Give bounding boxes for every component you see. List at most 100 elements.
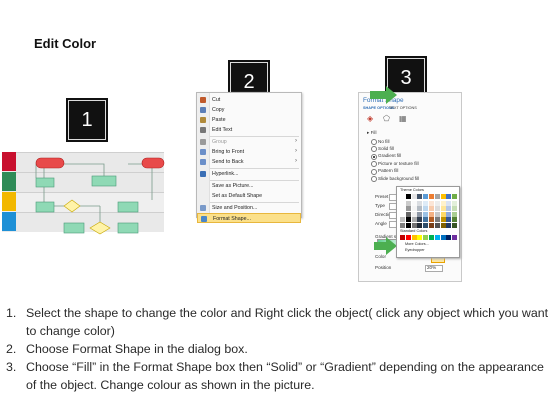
theme-color-swatch[interactable] [405, 217, 411, 223]
flow-process-2[interactable] [91, 175, 117, 187]
standard-color-swatch[interactable] [446, 235, 452, 240]
theme-color-swatch[interactable] [446, 200, 452, 206]
theme-color-swatch[interactable] [405, 211, 411, 217]
theme-color-swatch[interactable] [429, 223, 434, 228]
flow-process-5[interactable] [63, 222, 85, 234]
flow-process-1[interactable] [35, 177, 55, 188]
theme-color-swatch[interactable] [440, 223, 446, 228]
theme-color-swatch[interactable] [411, 206, 417, 212]
theme-color-swatch[interactable] [405, 223, 411, 228]
theme-color-swatch[interactable] [452, 223, 458, 228]
flowchart-diagram[interactable] [0, 140, 170, 250]
flow-process-4[interactable] [117, 201, 139, 213]
theme-color-swatch[interactable] [400, 223, 405, 228]
theme-color-swatch[interactable] [400, 217, 405, 223]
theme-color-swatch[interactable] [434, 200, 440, 206]
effects-icon[interactable]: ⬠ [383, 114, 390, 123]
standard-color-swatch[interactable] [405, 235, 411, 240]
theme-color-swatch[interactable] [411, 211, 417, 217]
standard-color-swatch[interactable] [417, 235, 423, 240]
menu-item-set-as-default-shape[interactable]: Set as Default Shape [197, 191, 301, 201]
theme-color-swatch[interactable] [429, 206, 434, 212]
flow-decision-2[interactable] [89, 221, 111, 235]
menu-item-size-and-position[interactable]: Size and Position... [197, 203, 301, 213]
fill-option-radio[interactable] [371, 139, 377, 145]
flow-process-3[interactable] [35, 201, 55, 213]
theme-color-swatch[interactable] [411, 223, 417, 228]
theme-color-swatch[interactable] [440, 211, 446, 217]
fill-section-header[interactable]: ▸ Fill [367, 130, 376, 136]
theme-color-swatch[interactable] [446, 211, 452, 217]
tab-text-options[interactable]: TEXT OPTIONS [389, 106, 417, 110]
eyedropper-link[interactable]: Eyedropper [405, 248, 425, 252]
theme-color-swatch[interactable] [429, 194, 434, 199]
theme-color-swatch[interactable] [400, 206, 405, 212]
menu-item-bring-to-front[interactable]: Bring to Front › [197, 147, 301, 157]
theme-color-swatch[interactable] [423, 206, 429, 212]
theme-color-swatch[interactable] [452, 194, 458, 199]
theme-color-swatch[interactable] [434, 223, 440, 228]
standard-color-swatch[interactable] [429, 235, 434, 240]
theme-color-swatch[interactable] [417, 200, 423, 206]
theme-color-swatch[interactable] [411, 200, 417, 206]
theme-color-swatch[interactable] [417, 217, 423, 223]
theme-color-swatch[interactable] [405, 200, 411, 206]
theme-color-swatch[interactable] [429, 200, 434, 206]
standard-color-swatch[interactable] [434, 235, 440, 240]
theme-color-swatch[interactable] [423, 223, 429, 228]
flow-process-6[interactable] [117, 222, 139, 234]
standard-color-swatch[interactable] [440, 235, 446, 240]
theme-color-swatch[interactable] [405, 206, 411, 212]
theme-color-swatch[interactable] [423, 217, 429, 223]
standard-color-swatch[interactable] [411, 235, 417, 240]
theme-color-swatch[interactable] [452, 200, 458, 206]
flow-terminator-red-right[interactable] [141, 157, 165, 169]
menu-item-send-to-back[interactable]: Send to Back › [197, 157, 301, 167]
theme-color-swatch[interactable] [400, 194, 405, 199]
flow-terminator-red-left[interactable] [35, 157, 65, 169]
theme-color-swatch[interactable] [434, 217, 440, 223]
theme-color-swatch[interactable] [440, 217, 446, 223]
size-properties-icon[interactable]: ▦ [399, 114, 407, 123]
fill-option-radio[interactable] [371, 176, 377, 182]
theme-color-swatch[interactable] [400, 200, 405, 206]
menu-item-hyperlink[interactable]: Hyperlink... [197, 169, 301, 179]
theme-color-swatch[interactable] [434, 206, 440, 212]
theme-color-swatch[interactable] [429, 217, 434, 223]
theme-color-swatch[interactable] [417, 223, 423, 228]
theme-color-swatch[interactable] [440, 200, 446, 206]
menu-item-cut[interactable]: Cut [197, 95, 301, 105]
theme-color-swatch[interactable] [411, 194, 417, 199]
theme-color-swatch[interactable] [446, 223, 452, 228]
menu-item-copy[interactable]: Copy [197, 105, 301, 115]
theme-color-swatch[interactable] [417, 194, 423, 199]
theme-color-swatch[interactable] [446, 206, 452, 212]
fill-option-radio[interactable] [371, 161, 377, 168]
theme-color-swatch[interactable] [440, 206, 446, 212]
menu-item-format-shape[interactable]: Format Shape... [197, 213, 301, 223]
menu-item-group[interactable]: Group › [197, 137, 301, 147]
standard-color-swatch[interactable] [400, 235, 405, 240]
theme-color-swatch[interactable] [446, 194, 452, 199]
menu-item-edit-text[interactable]: Edit Text [197, 125, 301, 135]
flow-decision-1[interactable] [63, 199, 81, 213]
theme-color-swatch[interactable] [446, 217, 452, 223]
more-colors-link[interactable]: More Colors... [405, 242, 429, 246]
theme-color-swatch[interactable] [405, 194, 411, 199]
theme-color-swatch[interactable] [452, 206, 458, 212]
fill-line-icon[interactable]: ◈ [367, 114, 373, 123]
theme-color-swatch[interactable] [423, 194, 429, 199]
theme-color-swatch[interactable] [434, 211, 440, 217]
theme-color-swatch[interactable] [440, 194, 446, 199]
menu-item-paste[interactable]: Paste [197, 115, 301, 125]
menu-item-save-as-picture[interactable]: Save as Picture... [197, 181, 301, 191]
theme-color-swatch[interactable] [411, 217, 417, 223]
theme-color-swatch[interactable] [400, 211, 405, 217]
theme-color-swatch[interactable] [417, 211, 423, 217]
standard-color-swatch[interactable] [423, 235, 429, 240]
theme-color-swatch[interactable] [423, 211, 429, 217]
theme-color-swatch[interactable] [423, 200, 429, 206]
theme-color-swatch[interactable] [429, 211, 434, 217]
fill-option-radio[interactable] [371, 146, 377, 153]
theme-color-swatch[interactable] [417, 206, 423, 212]
